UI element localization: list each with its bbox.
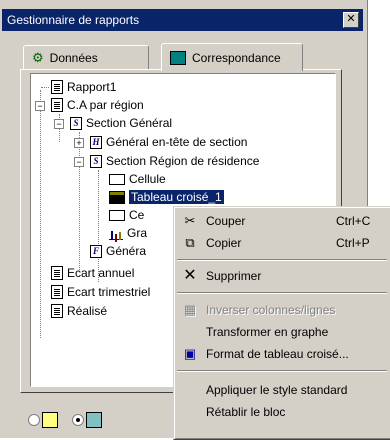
footer-icon: F: [90, 244, 102, 258]
radio-button[interactable]: [28, 414, 40, 426]
context-menu: ✂ Couper Ctrl+C ⧉ Copier Ctrl+P ✕ Suppri…: [173, 206, 390, 440]
menu-item-inverser[interactable]: ▦ Inverser colonnes/lignes: [174, 299, 390, 321]
tree-item-general-pied[interactable]: F Généra: [90, 242, 146, 260]
scissors-icon: ✂: [184, 213, 196, 228]
copy-icon: ⧉: [185, 235, 195, 250]
menu-item-label: Format de tableau croisé...: [206, 347, 349, 361]
menu-item-transformer-graphe[interactable]: Transformer en graphe: [174, 321, 390, 343]
tab-correspondance[interactable]: Correspondance: [161, 43, 303, 71]
tree-item-rapport1[interactable]: Rapport1: [41, 78, 116, 96]
close-button[interactable]: ✕: [343, 12, 359, 28]
tree-item-section-region[interactable]: S Section Région de résidence: [90, 152, 259, 170]
menu-item-label: Rétablir le bloc: [206, 405, 286, 419]
data-tab-icon: ⚙: [32, 50, 44, 65]
menu-item-label: Appliquer le style standard: [206, 383, 348, 397]
tree-item-general-entete[interactable]: H Général en-tête de section: [90, 133, 247, 151]
menu-separator: [177, 292, 387, 294]
tree-item-label: Général en-tête de section: [106, 135, 248, 149]
menu-item-label: Transformer en graphe: [206, 325, 329, 339]
data-view-icon: [42, 412, 58, 428]
menu-item-format-tableau[interactable]: ▣ Format de tableau croisé...: [174, 343, 390, 365]
collapse-toggle[interactable]: −: [54, 119, 64, 129]
radio-button-selected[interactable]: [72, 414, 84, 426]
shortcut-label: Ctrl+C: [336, 214, 371, 228]
tree-item-cellule-2[interactable]: Ce: [109, 206, 144, 224]
crosstab-icon: [109, 190, 125, 204]
collapse-toggle[interactable]: −: [35, 101, 45, 111]
section-icon: S: [90, 154, 102, 168]
tree-item-cellule[interactable]: Cellule: [109, 170, 166, 188]
menu-separator: [177, 370, 387, 372]
section-icon: S: [70, 116, 82, 130]
tree-item-label: Réalisé: [67, 304, 108, 318]
tree-item-label: Cellule: [129, 172, 166, 186]
tree-item-label: Section Région de résidence: [106, 154, 260, 168]
tab-donnees-label: Données: [49, 51, 98, 65]
tree-item-label: Ecart annuel: [67, 266, 135, 280]
cell-icon: [109, 209, 125, 221]
expand-toggle[interactable]: +: [74, 138, 84, 148]
tree-item-label: Généra: [106, 244, 147, 258]
tree-item-section-general[interactable]: S Section Général: [70, 114, 172, 132]
tree-item-ca-par-region[interactable]: C.A par région: [51, 96, 144, 114]
menu-separator: [177, 259, 387, 261]
tree-item-label: Ce: [129, 208, 145, 222]
menu-item-label: Copier: [206, 236, 242, 250]
tree-item-label-selected: Tableau croisé_1: [129, 190, 224, 204]
header-icon: H: [90, 135, 102, 149]
tree-item-tableau-croise[interactable]: Tableau croisé_1: [109, 188, 224, 206]
menu-item-copier[interactable]: ⧉ Copier Ctrl+P: [174, 232, 390, 254]
tree-item-ecart-trimestriel[interactable]: Ecart trimestriel: [51, 283, 150, 301]
tree-item-ecart-annuel[interactable]: Ecart annuel: [51, 264, 134, 282]
menu-item-supprimer[interactable]: ✕ Supprimer: [174, 265, 390, 287]
document-icon: [51, 285, 63, 299]
tab-correspondance-label: Correspondance: [192, 50, 281, 65]
tree-item-label: Gra: [127, 226, 148, 240]
shortcut-label: Ctrl+P: [336, 236, 370, 250]
document-icon: [51, 304, 63, 318]
view-option-data[interactable]: [28, 412, 58, 428]
document-icon: [51, 98, 63, 112]
menu-item-appliquer-style[interactable]: Appliquer le style standard: [174, 379, 390, 401]
delete-icon: ✕: [183, 267, 197, 284]
menu-item-label: Supprimer: [206, 269, 262, 283]
view-option-mapping[interactable]: [72, 412, 102, 428]
chart-icon: [109, 227, 123, 240]
tree-item-label: Rapport1: [67, 80, 117, 94]
tree-line: [40, 90, 41, 338]
tree-item-label: C.A par région: [67, 98, 144, 112]
mapping-view-icon: [86, 412, 102, 428]
menu-item-label: Inverser colonnes/lignes: [206, 303, 336, 317]
format-icon: ▣: [183, 346, 197, 361]
tab-donnees[interactable]: ⚙ Données: [23, 45, 149, 70]
tree-item-realise[interactable]: Réalisé: [51, 302, 107, 320]
menu-item-label: Couper: [206, 214, 246, 228]
mapping-tab-icon: [170, 50, 186, 65]
cell-icon: [109, 173, 125, 185]
collapse-toggle[interactable]: −: [74, 157, 84, 167]
swap-icon: ▦: [183, 302, 197, 317]
tree-line: [79, 132, 80, 270]
tree-item-graphe[interactable]: Gra: [109, 224, 147, 242]
view-mode-options: [28, 412, 102, 428]
tree-item-label: Section Général: [86, 116, 173, 130]
menu-item-couper[interactable]: ✂ Couper Ctrl+C: [174, 210, 390, 232]
document-icon: [51, 80, 63, 94]
title-bar: Gestionnaire de rapports ✕: [2, 9, 363, 31]
document-icon: [51, 266, 63, 280]
tree-item-label: Ecart trimestriel: [67, 285, 151, 299]
menu-item-retablir-bloc[interactable]: Rétablir le bloc: [174, 401, 390, 423]
window-title: Gestionnaire de rapports: [7, 13, 140, 27]
